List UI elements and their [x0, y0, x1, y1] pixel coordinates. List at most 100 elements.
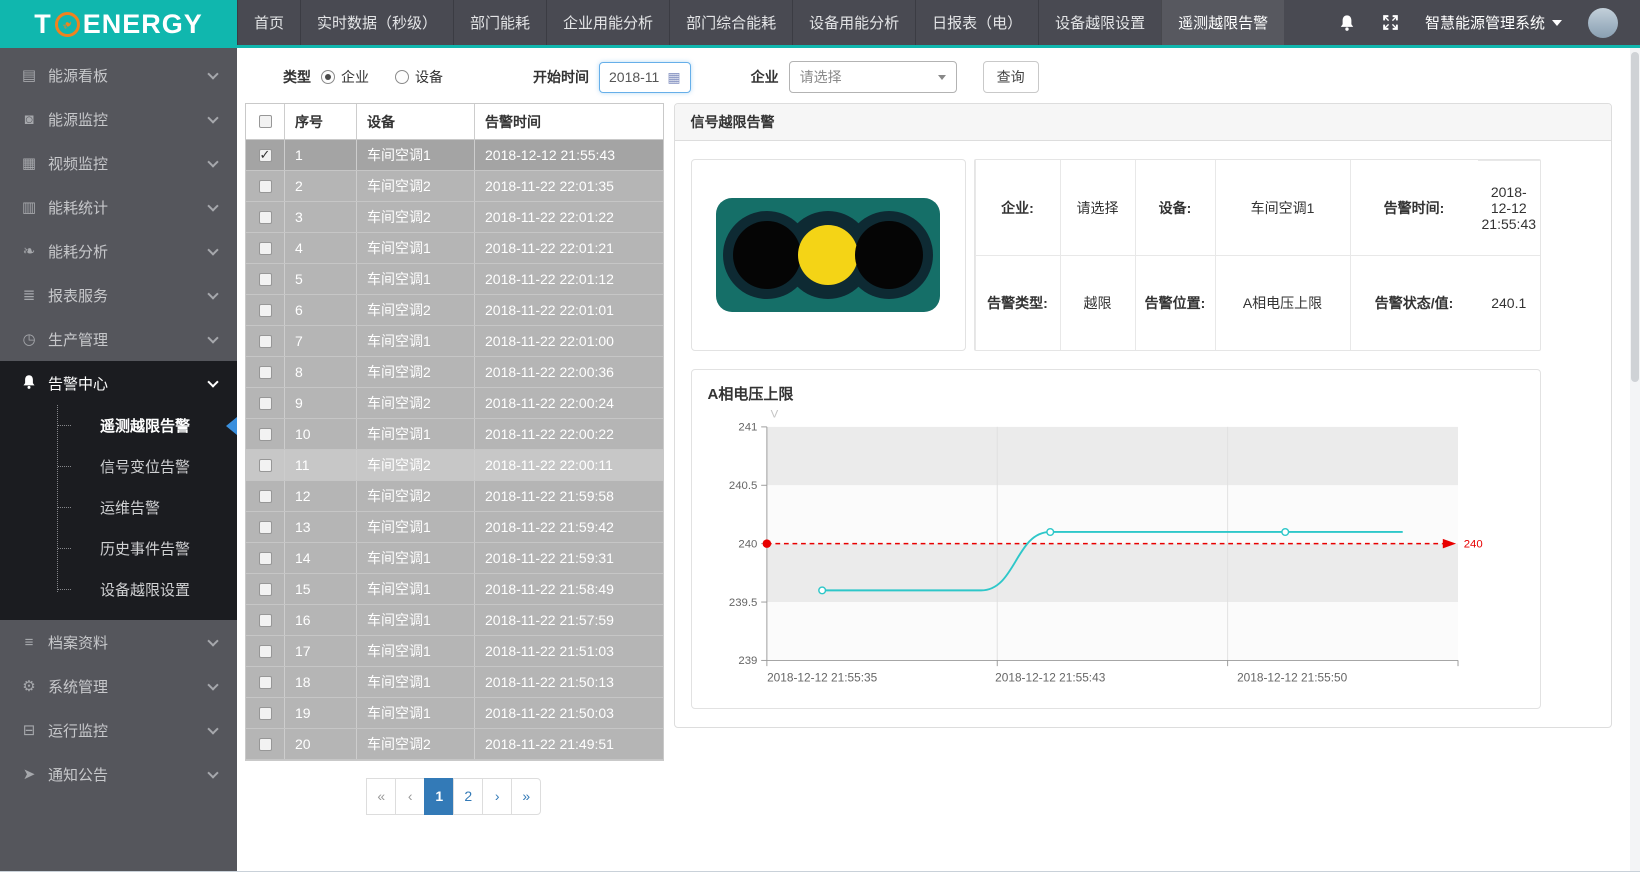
row-checkbox[interactable] [259, 304, 272, 317]
sidebar-group[interactable]: ≡ 档案资料 [0, 620, 237, 664]
row-checkbox[interactable] [259, 273, 272, 286]
page-button[interactable]: « [366, 778, 396, 815]
page-button[interactable]: » [511, 778, 541, 815]
table-row[interactable]: 14 车间空调1 2018-11-22 21:59:31 [246, 543, 663, 574]
table-row[interactable]: 16 车间空调1 2018-11-22 21:57:59 [246, 605, 663, 636]
table-row[interactable]: 12 车间空调2 2018-11-22 21:59:58 [246, 481, 663, 512]
table-row[interactable]: 2 车间空调2 2018-11-22 22:01:35 [246, 171, 663, 202]
notification-bell-icon[interactable] [1338, 14, 1356, 32]
sidebar-sub-item[interactable]: 历史事件告警 [0, 528, 237, 569]
row-device: 车间空调2 [356, 729, 474, 759]
sidebar-group[interactable]: ▦ 视频监控 [0, 141, 237, 185]
row-checkbox[interactable] [259, 676, 272, 689]
row-checkbox[interactable] [259, 397, 272, 410]
sidebar-group[interactable]: ❧ 能耗分析 [0, 229, 237, 273]
table-row[interactable]: 7 车间空调1 2018-11-22 22:01:00 [246, 326, 663, 357]
table-row[interactable]: 11 车间空调2 2018-11-22 22:00:11 [246, 450, 663, 481]
row-checkbox[interactable] [259, 552, 272, 565]
table-row[interactable]: 17 车间空调1 2018-11-22 21:51:03 [246, 636, 663, 667]
page-scrollbar-thumb[interactable] [1631, 52, 1639, 382]
query-button[interactable]: 查询 [983, 61, 1039, 93]
table-row[interactable]: 15 车间空调1 2018-11-22 21:58:49 [246, 574, 663, 605]
row-checkbox[interactable] [259, 645, 272, 658]
select-all-checkbox[interactable] [259, 115, 272, 128]
row-checkbox[interactable] [259, 366, 272, 379]
top-nav-item[interactable]: 设备越限设置 [1038, 0, 1161, 45]
table-row[interactable]: 9 车间空调2 2018-11-22 22:00:24 [246, 388, 663, 419]
row-time: 2018-11-22 22:00:36 [474, 357, 663, 387]
sidebar-sub-item[interactable]: 遥测越限告警 [0, 405, 237, 446]
table-row[interactable]: 20 车间空调2 2018-11-22 21:49:51 [246, 729, 663, 760]
table-row[interactable]: 3 车间空调2 2018-11-22 22:01:22 [246, 202, 663, 233]
row-num: 8 [284, 357, 356, 387]
top-nav-item[interactable]: 部门综合能耗 [669, 0, 792, 45]
table-row[interactable]: 10 车间空调1 2018-11-22 22:00:22 [246, 419, 663, 450]
table-row[interactable]: 5 车间空调1 2018-11-22 22:01:12 [246, 264, 663, 295]
sidebar-group-alarm-center[interactable]: 告警中心 [0, 361, 237, 405]
row-checkbox[interactable] [259, 738, 272, 751]
top-nav-item[interactable]: 遥测越限告警 [1161, 0, 1284, 45]
type-option-label: 企业 [341, 67, 369, 87]
table-row[interactable]: 4 车间空调1 2018-11-22 22:01:21 [246, 233, 663, 264]
page-button[interactable]: › [482, 778, 512, 815]
row-checkbox[interactable] [259, 707, 272, 720]
row-checkbox[interactable] [259, 242, 272, 255]
avatar[interactable] [1588, 8, 1618, 38]
table-row[interactable]: 19 车间空调1 2018-11-22 21:50:03 [246, 698, 663, 729]
top-nav-item[interactable]: 首页 [237, 0, 300, 45]
sidebar-sub-item[interactable]: 信号变位告警 [0, 446, 237, 487]
row-checkbox[interactable] [259, 583, 272, 596]
top-nav-item[interactable]: 实时数据（秒级） [300, 0, 453, 45]
table-row[interactable]: 1 车间空调1 2018-12-12 21:55:43 [246, 140, 663, 171]
sidebar-group[interactable]: ▥ 能耗统计 [0, 185, 237, 229]
sidebar-sub-item[interactable]: 运维告警 [0, 487, 237, 528]
row-num: 18 [284, 667, 356, 697]
top-nav-item[interactable]: 日报表（电） [915, 0, 1038, 45]
page-button[interactable]: 1 [424, 778, 454, 815]
svg-text:241: 241 [738, 422, 757, 434]
type-radio-device[interactable]: 设备 [395, 67, 443, 87]
calendar-icon[interactable]: ▦ [667, 70, 680, 84]
top-nav-item[interactable]: 部门能耗 [453, 0, 546, 45]
sidebar-group[interactable]: ◙ 能源监控 [0, 97, 237, 141]
sidebar-group[interactable]: ⚙ 系统管理 [0, 664, 237, 708]
radio-selected-icon[interactable] [321, 70, 335, 84]
svg-text:2018-12-12 21:55:43: 2018-12-12 21:55:43 [995, 670, 1106, 684]
row-device: 车间空调1 [356, 574, 474, 604]
table-row[interactable]: 13 车间空调1 2018-11-22 21:59:42 [246, 512, 663, 543]
company-select[interactable]: 请选择 [789, 61, 957, 93]
company-label: 企业 [751, 67, 779, 87]
row-checkbox[interactable] [259, 459, 272, 472]
sidebar-group[interactable]: ◷ 生产管理 [0, 317, 237, 361]
radio-unselected-icon[interactable] [395, 70, 409, 84]
chevron-down-icon [207, 723, 218, 734]
table-row[interactable]: 18 车间空调1 2018-11-22 21:50:13 [246, 667, 663, 698]
sidebar-sub-item[interactable]: 设备越限设置 [0, 569, 237, 610]
row-checkbox[interactable] [259, 211, 272, 224]
table-row[interactable]: 8 车间空调2 2018-11-22 22:00:36 [246, 357, 663, 388]
page-button[interactable]: 2 [453, 778, 483, 815]
fullscreen-icon[interactable] [1382, 14, 1399, 31]
row-device: 车间空调1 [356, 605, 474, 635]
row-checkbox[interactable] [259, 335, 272, 348]
row-checkbox[interactable] [259, 428, 272, 441]
row-checkbox[interactable] [259, 614, 272, 627]
sidebar-group[interactable]: ➤ 通知公告 [0, 752, 237, 796]
row-checkbox[interactable] [259, 149, 272, 162]
table-row[interactable]: 6 车间空调2 2018-11-22 22:01:01 [246, 295, 663, 326]
sidebar-group[interactable]: ≣ 报表服务 [0, 273, 237, 317]
start-time-input[interactable]: 2018-11 ▦ [599, 62, 691, 93]
page-button[interactable]: ‹ [395, 778, 425, 815]
row-checkbox[interactable] [259, 521, 272, 534]
row-checkbox[interactable] [259, 490, 272, 503]
sidebar-group[interactable]: ⊟ 运行监控 [0, 708, 237, 752]
sidebar-group[interactable]: ▤ 能源看板 [0, 53, 237, 97]
page-scrollbar-track[interactable] [1630, 48, 1640, 871]
top-nav-item[interactable]: 企业用能分析 [546, 0, 669, 45]
top-nav-item[interactable]: 设备用能分析 [792, 0, 915, 45]
detail-field-label: 告警类型: [975, 255, 1060, 350]
system-menu[interactable]: 智慧能源管理系统 [1425, 12, 1562, 33]
row-checkbox[interactable] [259, 180, 272, 193]
type-radio-company[interactable]: 企业 [321, 67, 369, 87]
row-num: 17 [284, 636, 356, 666]
